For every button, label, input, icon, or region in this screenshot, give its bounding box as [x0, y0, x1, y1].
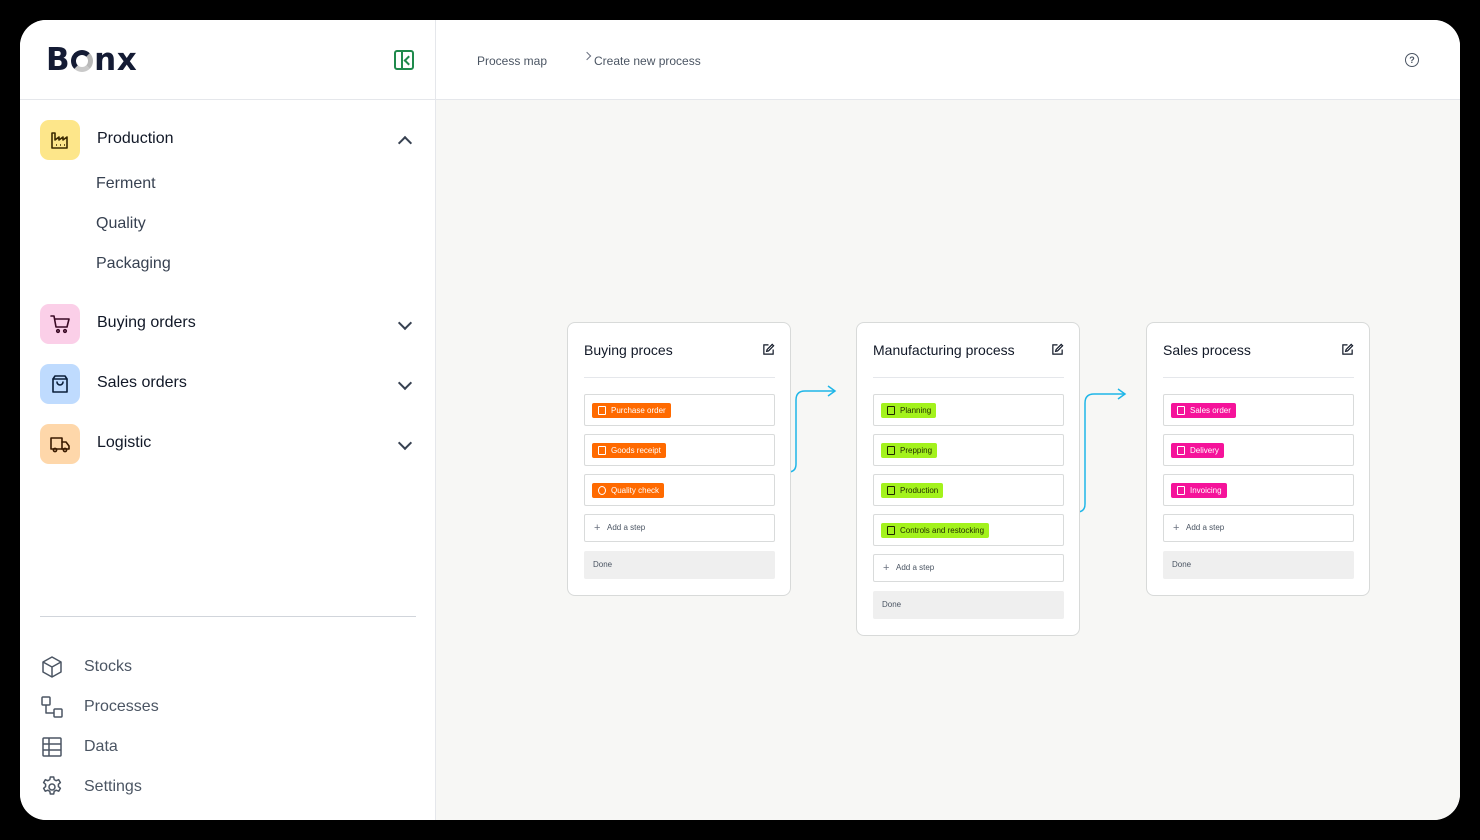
process-step[interactable]: Planning	[873, 394, 1064, 426]
app-window: Bnx Production Ferment Quality Packaging…	[20, 20, 1460, 820]
card-divider	[1163, 377, 1354, 378]
truck-icon	[598, 446, 606, 455]
card-divider	[584, 377, 775, 378]
process-card-buying[interactable]: Buying proces Purchase order Goods recei…	[567, 322, 791, 596]
chevron-right-icon	[582, 51, 592, 61]
gear-icon	[42, 776, 62, 795]
card-divider	[873, 377, 1064, 378]
process-step[interactable]: Purchase order	[584, 394, 775, 426]
collapse-sidebar-icon[interactable]	[394, 50, 414, 70]
search-icon	[598, 486, 606, 495]
sidebar-item-sales-orders[interactable]: Sales orders	[40, 364, 416, 404]
process-step[interactable]: Invoicing	[1163, 474, 1354, 506]
process-step[interactable]: Controls and restocking	[873, 514, 1064, 546]
add-step-button[interactable]: + Add a step	[584, 514, 775, 542]
done-column[interactable]: Done	[873, 591, 1064, 619]
chevron-up-icon[interactable]	[397, 135, 413, 151]
warehouse-icon	[887, 526, 895, 535]
sidebar-item-production[interactable]: Production	[40, 120, 416, 160]
truck-icon	[40, 424, 80, 464]
sidebar-subitem-ferment[interactable]: Ferment	[96, 175, 156, 193]
document-icon	[598, 406, 606, 415]
sidebar-item-logistic[interactable]: Logistic	[40, 424, 416, 464]
process-canvas: Buying proces Purchase order Goods recei…	[436, 100, 1460, 820]
sidebar-item-label: Settings	[84, 778, 142, 795]
plus-icon: +	[594, 522, 601, 534]
step-tag-delivery: Delivery	[1171, 443, 1224, 458]
edit-icon[interactable]	[1051, 343, 1064, 356]
top-bar: Process map Create new process ?	[436, 20, 1460, 100]
edit-icon[interactable]	[1341, 343, 1354, 356]
plus-icon: +	[883, 562, 890, 574]
breadcrumb-item-process-map[interactable]: Process map	[477, 54, 547, 68]
sidebar-item-label: Sales orders	[97, 374, 187, 391]
process-title: Sales process	[1163, 342, 1251, 358]
clipboard-icon	[887, 446, 895, 455]
table-icon	[42, 737, 62, 757]
sidebar-item-label: Buying orders	[97, 314, 196, 331]
calendar-icon	[887, 406, 895, 415]
chevron-down-icon[interactable]	[397, 375, 413, 391]
process-step[interactable]: Quality check	[584, 474, 775, 506]
sidebar-subitem-quality[interactable]: Quality	[96, 215, 146, 233]
process-title: Manufacturing process	[873, 342, 1015, 358]
step-tag-prepping: Prepping	[881, 443, 938, 458]
sidebar-item-label: Logistic	[97, 434, 152, 451]
process-card-manufacturing[interactable]: Manufacturing process Planning Prepping …	[856, 322, 1080, 636]
sidebar-item-label: Processes	[84, 698, 159, 715]
box-icon	[1177, 446, 1185, 455]
box-icon	[42, 656, 62, 678]
done-column[interactable]: Done	[1163, 551, 1354, 579]
process-card-sales[interactable]: Sales process Sales order Delivery Invoi…	[1146, 322, 1370, 596]
factory-icon	[887, 486, 895, 495]
sidebar-item-label: Data	[84, 738, 118, 755]
sidebar-item-label: Stocks	[84, 658, 133, 675]
process-step[interactable]: Goods receipt	[584, 434, 775, 466]
shopping-bag-icon	[40, 364, 80, 404]
sidebar-item-data[interactable]: Data	[40, 735, 340, 761]
sidebar-item-processes[interactable]: Processes	[40, 695, 340, 721]
logo-row: Bnx	[20, 20, 436, 100]
sidebar-item-buying-orders[interactable]: Buying orders	[40, 304, 416, 344]
process-title: Buying proces	[584, 342, 673, 358]
step-tag-production: Production	[881, 483, 944, 498]
sidebar-item-label: Production	[97, 130, 174, 147]
sidebar-subitem-packaging[interactable]: Packaging	[96, 255, 171, 273]
step-tag-quality-check: Quality check	[592, 483, 665, 498]
step-tag-invoicing: Invoicing	[1171, 483, 1227, 498]
flow-icon	[41, 696, 63, 718]
step-tag-goods-receipt: Goods receipt	[592, 443, 666, 458]
sidebar-divider	[40, 616, 416, 617]
logo: Bnx	[46, 42, 138, 78]
edit-icon[interactable]	[762, 343, 775, 356]
step-tag-controls-and-restocking: Controls and restocking	[881, 523, 990, 538]
process-step[interactable]: Delivery	[1163, 434, 1354, 466]
process-step[interactable]: Sales order	[1163, 394, 1354, 426]
add-step-button[interactable]: + Add a step	[873, 554, 1064, 582]
help-icon[interactable]: ?	[1405, 53, 1419, 67]
breadcrumb-item-current: Create new process	[594, 54, 701, 68]
sidebar: Bnx Production Ferment Quality Packaging…	[20, 20, 436, 820]
factory-icon	[40, 120, 80, 160]
done-column[interactable]: Done	[584, 551, 775, 579]
receipt-icon	[1177, 406, 1185, 415]
process-step[interactable]: Production	[873, 474, 1064, 506]
sidebar-item-settings[interactable]: Settings	[40, 775, 340, 801]
sidebar-item-stocks[interactable]: Stocks	[40, 655, 340, 681]
plus-icon: +	[1173, 522, 1180, 534]
step-tag-sales-order: Sales order	[1171, 403, 1236, 418]
chevron-down-icon[interactable]	[397, 435, 413, 451]
add-step-button[interactable]: + Add a step	[1163, 514, 1354, 542]
process-step[interactable]: Prepping	[873, 434, 1064, 466]
chevron-down-icon[interactable]	[397, 315, 413, 331]
step-tag-planning: Planning	[881, 403, 937, 418]
cart-icon	[40, 304, 80, 344]
invoice-icon	[1177, 486, 1185, 495]
step-tag-purchase-order: Purchase order	[592, 403, 671, 418]
